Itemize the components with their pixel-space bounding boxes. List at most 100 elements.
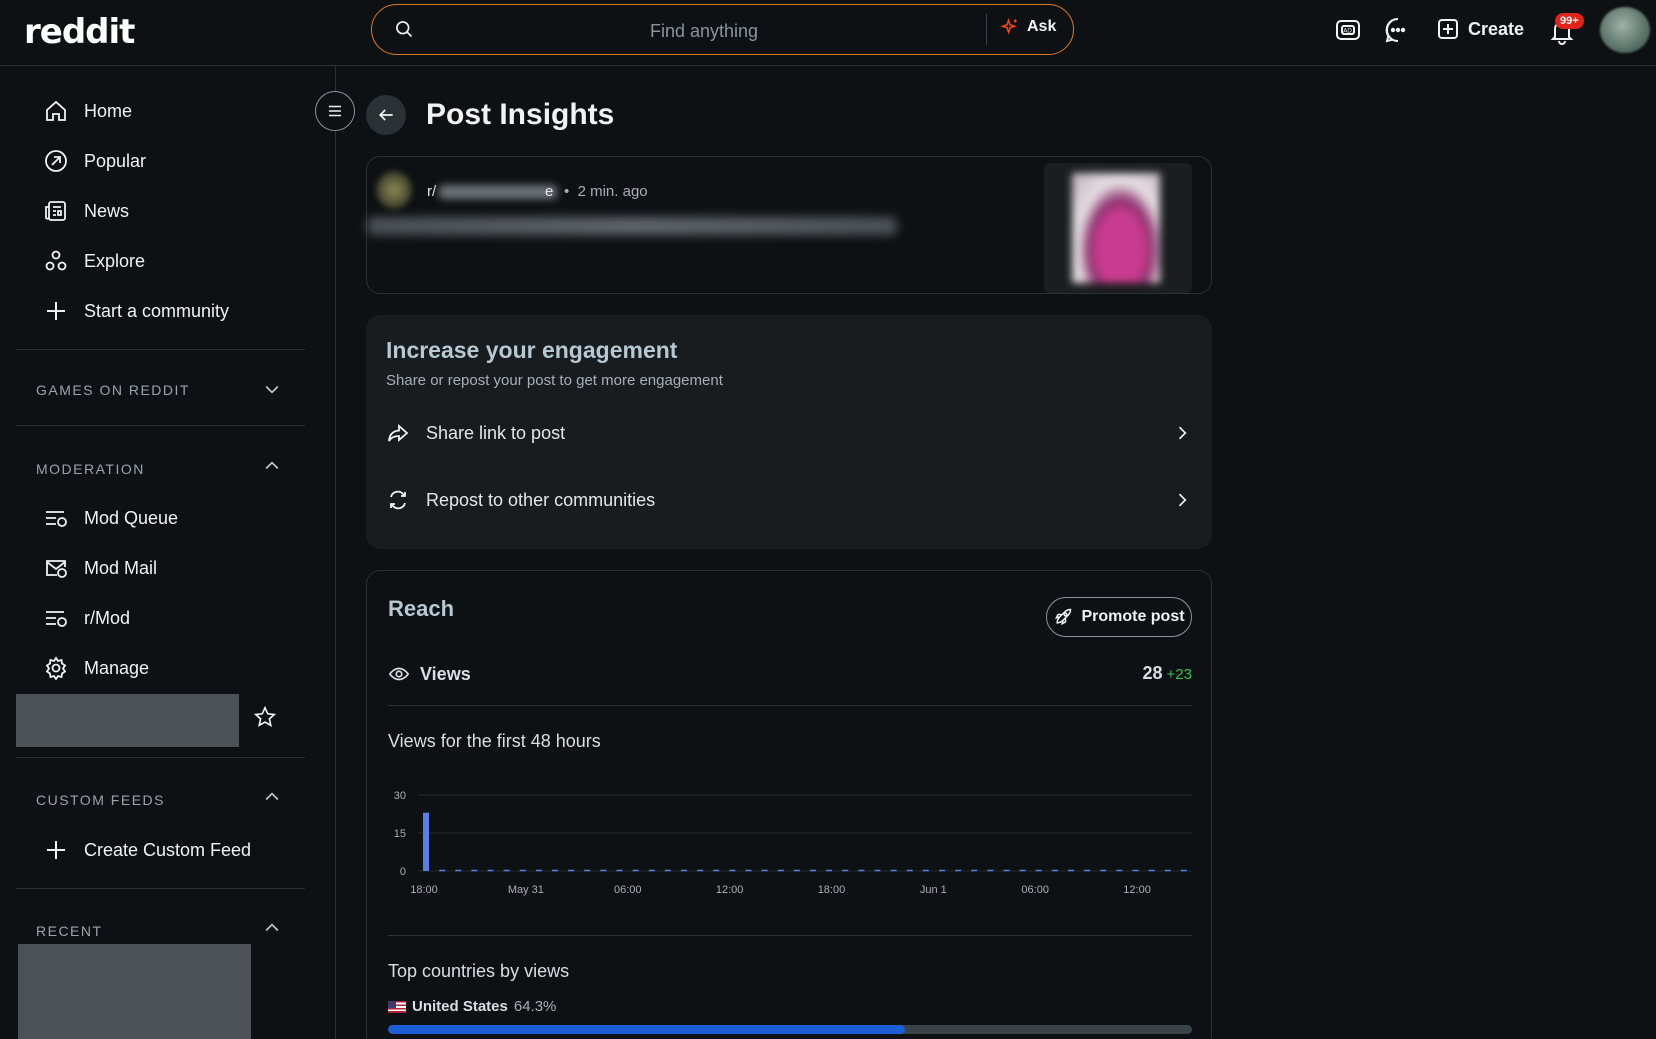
star-icon[interactable] xyxy=(254,706,276,728)
moderation-section-title[interactable]: MODERATION xyxy=(36,461,145,477)
divider xyxy=(388,705,1192,706)
custom-feeds-section-title[interactable]: CUSTOM FEEDS xyxy=(36,792,165,808)
gear-icon xyxy=(44,656,68,680)
post-thumbnail xyxy=(1044,163,1192,293)
x-tick-label: 06:00 xyxy=(614,884,642,896)
promote-post-button[interactable]: Promote post xyxy=(1046,597,1192,637)
create-button[interactable]: Create xyxy=(1436,17,1524,41)
rocket-icon xyxy=(1053,607,1073,627)
engagement-subtitle: Share or repost your post to get more en… xyxy=(386,372,723,389)
nav-home[interactable]: Home xyxy=(44,97,132,125)
subreddit-avatar xyxy=(376,171,412,209)
nav-label: Popular xyxy=(84,150,147,171)
chart-bar xyxy=(423,812,429,871)
nav-label: Start a community xyxy=(84,300,230,321)
search-bar[interactable]: Find anything Ask xyxy=(371,4,1074,55)
search-divider xyxy=(986,14,987,45)
subreddit-prefix: r/ xyxy=(427,183,437,200)
plus-icon xyxy=(44,299,68,323)
reddit-logo[interactable]: reddit xyxy=(24,12,135,52)
nav-label: News xyxy=(84,200,130,221)
redacted-recent[interactable] xyxy=(18,944,251,1039)
country-name: United States xyxy=(412,998,508,1015)
nav-start-community[interactable]: Start a community xyxy=(44,297,229,325)
subreddit-suffix: e xyxy=(545,183,554,200)
eye-icon xyxy=(388,663,410,685)
country-row: United States 64.3% xyxy=(388,998,556,1015)
chevron-up-icon[interactable] xyxy=(262,787,282,807)
ask-button[interactable]: Ask xyxy=(1001,18,1056,36)
svg-text:AD: AD xyxy=(1343,28,1352,35)
nav-label: Mod Mail xyxy=(84,557,158,578)
y-tick-label: 15 xyxy=(394,828,406,840)
top-header: reddit Find anything Ask AD Create 99+ xyxy=(0,0,1656,66)
chevron-right-icon xyxy=(1172,490,1192,510)
reach-title: Reach xyxy=(388,596,455,621)
nav-label: Create Custom Feed xyxy=(84,839,252,860)
nav-r-mod[interactable]: r/Mod xyxy=(44,604,130,632)
countries-title: Top countries by views xyxy=(388,961,570,981)
nav-mod-mail[interactable]: Mod Mail xyxy=(44,554,157,582)
repost-icon xyxy=(386,488,410,512)
ask-label: Ask xyxy=(1027,18,1057,35)
divider xyxy=(16,757,305,758)
repost-row[interactable]: Repost to other communities xyxy=(386,480,1192,520)
user-avatar[interactable] xyxy=(1600,7,1650,53)
views-row: Views 28 +23 xyxy=(388,663,1192,685)
promote-label: Promote post xyxy=(1081,608,1185,625)
x-tick-label: 18:00 xyxy=(818,884,846,896)
nav-news[interactable]: News xyxy=(44,197,129,225)
country-progress-bar xyxy=(388,1025,1192,1034)
redacted-subreddit-name xyxy=(439,185,557,199)
games-section-title[interactable]: GAMES ON REDDIT xyxy=(36,382,190,398)
nav-label: Explore xyxy=(84,250,146,271)
chevron-up-icon[interactable] xyxy=(262,456,282,476)
menu-icon xyxy=(326,102,344,120)
share-label: Share link to post xyxy=(426,422,566,443)
views-label: Views xyxy=(420,663,471,684)
advertise-icon[interactable]: AD xyxy=(1334,16,1362,44)
chevron-up-icon[interactable] xyxy=(262,918,282,938)
nav-explore[interactable]: Explore xyxy=(44,247,145,275)
redacted-post-title xyxy=(367,217,897,235)
share-link-row[interactable]: Share link to post xyxy=(386,413,1192,453)
collapse-sidebar-button[interactable] xyxy=(315,91,355,131)
popular-icon xyxy=(44,149,68,173)
nav-label: Manage xyxy=(84,657,150,678)
news-icon xyxy=(44,199,68,223)
mod-feed-icon xyxy=(44,606,68,630)
post-time: • 2 min. ago xyxy=(564,183,648,200)
x-tick-label: Jun 1 xyxy=(920,884,947,896)
engagement-card: Increase your engagement Share or repost… xyxy=(366,315,1212,549)
post-card[interactable]: r/ e • 2 min. ago xyxy=(366,156,1212,294)
y-tick-label: 0 xyxy=(400,866,406,878)
x-tick-label: 12:00 xyxy=(1123,884,1151,896)
mod-mail-icon xyxy=(44,556,68,580)
country-progress-fill xyxy=(388,1025,905,1034)
redacted-community[interactable] xyxy=(16,694,239,747)
nav-create-custom-feed[interactable]: Create Custom Feed xyxy=(44,836,251,864)
sparkle-icon xyxy=(1001,18,1019,36)
search-input[interactable]: Find anything xyxy=(650,21,758,42)
x-tick-label: 06:00 xyxy=(1021,884,1049,896)
reach-card: Reach Promote post Views 28 +23 Views for… xyxy=(366,570,1212,1039)
chevron-down-icon[interactable] xyxy=(262,379,282,399)
recent-section-title[interactable]: RECENT xyxy=(36,923,103,939)
add-icon xyxy=(1436,17,1460,41)
create-label: Create xyxy=(1468,18,1525,39)
views-count: 28 +23 xyxy=(1142,663,1192,683)
nav-label: Mod Queue xyxy=(84,507,179,528)
chevron-right-icon xyxy=(1172,423,1192,443)
x-tick-label: May 31 xyxy=(508,884,544,896)
back-button[interactable] xyxy=(366,95,406,135)
nav-label: Home xyxy=(84,100,133,121)
explore-icon xyxy=(44,249,68,273)
chat-icon[interactable] xyxy=(1384,16,1412,44)
share-icon xyxy=(386,421,410,445)
nav-popular[interactable]: Popular xyxy=(44,147,146,175)
nav-mod-queue[interactable]: Mod Queue xyxy=(44,504,178,532)
x-tick-label: 12:00 xyxy=(716,884,744,896)
nav-manage[interactable]: Manage xyxy=(44,654,149,682)
chart-title: Views for the first 48 hours xyxy=(388,731,601,751)
us-flag-icon xyxy=(388,1000,406,1013)
